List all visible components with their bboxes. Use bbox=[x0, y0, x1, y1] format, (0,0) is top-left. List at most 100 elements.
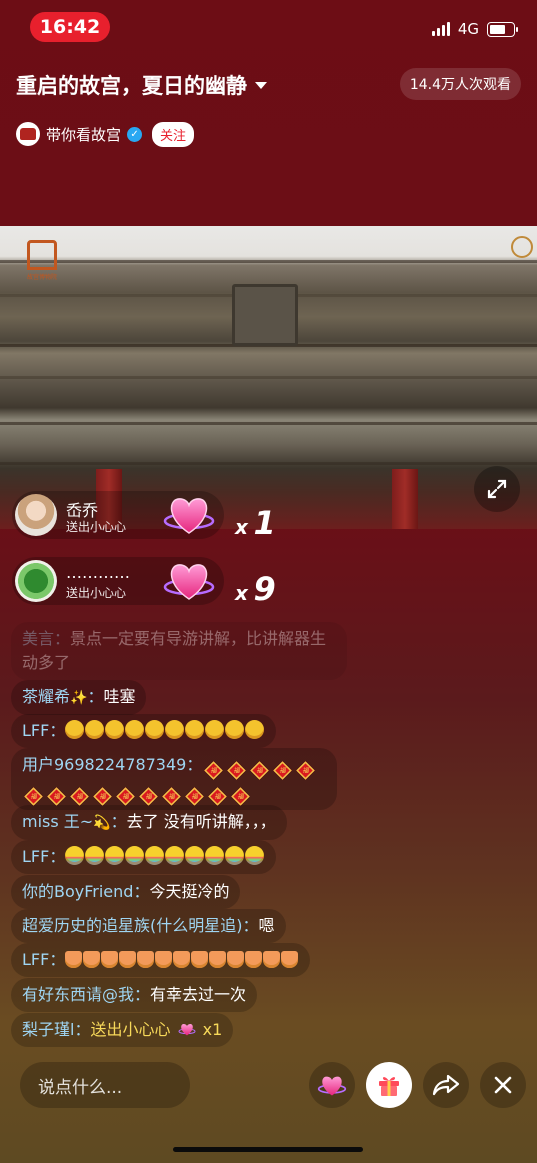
comment-user[interactable]: LFF bbox=[22, 721, 49, 740]
comment-sep: ： bbox=[74, 1020, 91, 1039]
follow-button[interactable]: 关注 bbox=[152, 121, 195, 147]
comment-sep: ： bbox=[87, 687, 104, 706]
host-info[interactable]: 带你看故宫 ✓ 关注 bbox=[16, 120, 195, 148]
rainbow-vomit-emoji-icon bbox=[65, 846, 85, 865]
rainbow-vomit-emoji-icon bbox=[105, 846, 125, 865]
comment-user[interactable]: 美言 bbox=[22, 629, 54, 648]
crying-emoji-icon bbox=[225, 720, 245, 739]
fu-icon: 福 bbox=[116, 787, 135, 806]
list-item: LFF： bbox=[11, 840, 277, 874]
heart-icon bbox=[163, 564, 215, 600]
praying-hands-icon bbox=[101, 951, 119, 968]
praying-hands-icon bbox=[209, 951, 227, 968]
crying-emoji-icon bbox=[165, 720, 185, 739]
rainbow-vomit-emoji-icon bbox=[185, 846, 205, 865]
fu-icon: 福 bbox=[24, 787, 43, 806]
comment-user[interactable]: LFF bbox=[22, 847, 49, 866]
rainbow-vomit-emoji-icon bbox=[245, 846, 265, 865]
comment-user[interactable]: LFF bbox=[22, 950, 49, 969]
praying-hands-icon bbox=[65, 951, 83, 968]
crying-emoji-icon bbox=[245, 720, 265, 739]
gift-icon bbox=[379, 1077, 399, 1096]
host-avatar[interactable] bbox=[16, 122, 40, 146]
heart-icon bbox=[317, 1076, 347, 1096]
comment-user[interactable]: 茶耀希 bbox=[22, 687, 70, 706]
network-label: 4G bbox=[457, 20, 479, 38]
praying-hands-icon bbox=[281, 951, 299, 968]
praying-hands-icon bbox=[83, 951, 101, 968]
close-button[interactable] bbox=[480, 1062, 526, 1108]
fu-icon: 福 bbox=[296, 761, 316, 780]
comment-input[interactable]: 说点什么... bbox=[20, 1062, 190, 1108]
comment-user[interactable]: 用户9698224787349 bbox=[22, 755, 186, 774]
stream-title-text: 重启的故宫，夏日的幽静 bbox=[16, 74, 247, 98]
list-item: LFF： bbox=[11, 714, 277, 748]
host-name[interactable]: 带你看故宫 bbox=[46, 124, 121, 145]
expand-button[interactable] bbox=[474, 466, 520, 512]
fu-icon: 福 bbox=[47, 787, 66, 806]
comment-user[interactable]: 梨子瑾l bbox=[22, 1020, 74, 1039]
rainbow-vomit-emoji-icon bbox=[85, 846, 105, 865]
gift-multiplier: x 9 bbox=[235, 570, 276, 608]
multiplier-x: x bbox=[235, 515, 248, 539]
fu-icon: 福 bbox=[250, 761, 270, 780]
comment-emojis bbox=[65, 950, 299, 969]
gift-multiplier: x 1 bbox=[235, 504, 276, 542]
comment-text: 去了 没有听讲解，，， bbox=[126, 812, 276, 831]
status-indicators: 4G bbox=[431, 20, 518, 38]
comment-sep: ： bbox=[49, 847, 66, 866]
praying-hands-icon bbox=[227, 951, 245, 968]
fu-icon: 福 bbox=[208, 787, 227, 806]
fu-icon: 福 bbox=[162, 787, 181, 806]
battery-icon bbox=[487, 21, 518, 37]
close-icon bbox=[494, 1076, 512, 1094]
avatar[interactable] bbox=[15, 560, 57, 602]
praying-hands-icon bbox=[263, 951, 281, 968]
list-item: LFF： bbox=[11, 943, 311, 977]
gift-button[interactable] bbox=[366, 1062, 412, 1108]
gift-action: 送出小心心 bbox=[66, 586, 127, 600]
live-video[interactable]: 故宫博物院 bbox=[0, 226, 537, 529]
decoration-ornament bbox=[511, 236, 533, 258]
comment-sep: ： bbox=[110, 812, 127, 831]
multiplier-x: x bbox=[235, 581, 248, 605]
comment-sep: ： bbox=[49, 721, 66, 740]
comment-user[interactable]: 有好东西请@我 bbox=[22, 985, 134, 1004]
comment-text: 今天挺冷的 bbox=[149, 882, 230, 901]
status-time: 16:42 bbox=[30, 12, 110, 42]
comment-text: 哇塞 bbox=[103, 687, 136, 706]
gift-count: 9 bbox=[253, 570, 276, 608]
verified-icon: ✓ bbox=[127, 126, 143, 142]
praying-hands-icon bbox=[137, 951, 155, 968]
like-button[interactable] bbox=[309, 1062, 355, 1108]
heart-icon bbox=[178, 1023, 196, 1036]
gift-sender-name: ………… bbox=[66, 563, 130, 582]
rainbow-vomit-emoji-icon bbox=[225, 846, 245, 865]
share-button[interactable] bbox=[423, 1062, 469, 1108]
fu-icon: 福 bbox=[139, 787, 158, 806]
gift-count: 1 bbox=[253, 504, 276, 542]
comment-emojis bbox=[65, 720, 265, 740]
comment-input-placeholder: 说点什么... bbox=[38, 1077, 123, 1098]
comment-sep: ： bbox=[134, 985, 151, 1004]
comet-icon: 💫 bbox=[93, 815, 111, 831]
list-item: 梨子瑾l：送出小心心 x1 bbox=[11, 1013, 234, 1047]
comment-user[interactable]: miss 王~ bbox=[22, 812, 93, 831]
rainbow-vomit-emoji-icon bbox=[125, 846, 145, 865]
fu-icon: 福 bbox=[273, 761, 293, 780]
crying-emoji-icon bbox=[105, 720, 125, 739]
avatar[interactable] bbox=[15, 494, 57, 536]
share-icon bbox=[432, 1074, 460, 1096]
heart-icon bbox=[163, 498, 215, 534]
crying-emoji-icon bbox=[125, 720, 145, 739]
comment-user[interactable]: 超爱历史的追星族(什么明星追) bbox=[22, 916, 243, 935]
list-item: 你的BoyFriend：今天挺冷的 bbox=[11, 875, 241, 909]
praying-hands-icon bbox=[191, 951, 209, 968]
home-indicator[interactable] bbox=[173, 1147, 363, 1152]
chevron-down-icon bbox=[255, 81, 267, 89]
viewer-count: 14.4万人次观看 bbox=[399, 68, 521, 100]
praying-hands-icon bbox=[173, 951, 191, 968]
stream-title[interactable]: 重启的故宫，夏日的幽静 bbox=[16, 70, 267, 100]
comment-sep: ： bbox=[54, 629, 71, 648]
comment-user[interactable]: 你的BoyFriend bbox=[22, 882, 133, 901]
